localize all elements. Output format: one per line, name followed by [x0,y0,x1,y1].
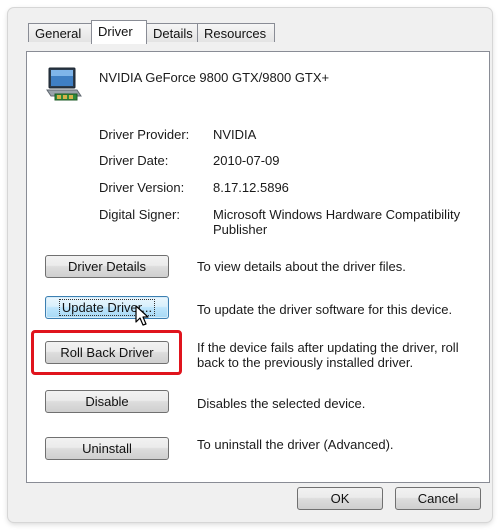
disable-button[interactable]: Disable [45,390,169,413]
driver-date-label: Driver Date: [99,153,169,168]
digital-signer-value: Microsoft Windows Hardware Compatibility… [213,207,461,237]
mouse-cursor-icon [135,305,149,326]
disable-description: Disables the selected device. [197,396,366,411]
roll-back-driver-description: If the device fails after updating the d… [197,340,459,370]
driver-date-value: 2010-07-09 [213,153,280,168]
driver-provider-value: NVIDIA [213,127,257,142]
cancel-button[interactable]: Cancel [395,487,481,510]
driver-version-value: 8.17.12.5896 [213,180,289,195]
ok-button[interactable]: OK [297,487,383,510]
driver-provider-label: Driver Provider: [99,127,190,142]
device-name: NVIDIA GeForce 9800 GTX/9800 GTX+ [99,70,330,85]
tab-general[interactable]: General [28,23,92,42]
uninstall-button[interactable]: Uninstall [45,437,169,460]
driver-properties-dialog: General Driver Details Resources NVIDIA … [8,8,492,522]
uninstall-description: To uninstall the driver (Advanced). [197,437,394,452]
driver-details-button[interactable]: Driver Details [45,255,169,278]
roll-back-driver-button[interactable]: Roll Back Driver [45,341,169,364]
driver-details-description: To view details about the driver files. [197,259,406,274]
display-adapter-icon [46,67,82,101]
tab-details[interactable]: Details [146,23,198,42]
tab-driver[interactable]: Driver [91,20,147,44]
driver-tab-panel: NVIDIA GeForce 9800 GTX/9800 GTX+ Driver… [26,51,490,483]
update-driver-description: To update the driver software for this d… [197,302,453,317]
digital-signer-label: Digital Signer: [99,207,180,222]
tab-resources[interactable]: Resources [197,23,275,42]
driver-version-label: Driver Version: [99,180,185,195]
